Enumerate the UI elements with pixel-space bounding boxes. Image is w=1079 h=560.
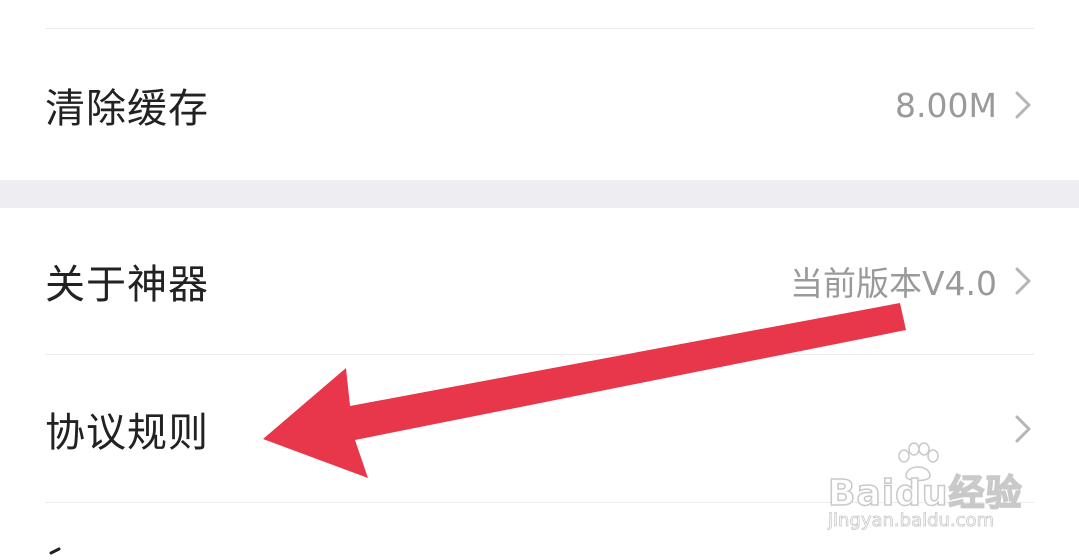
version-value: 当前版本V4.0 <box>789 264 997 303</box>
chevron-right-icon <box>1013 90 1033 120</box>
settings-item-label: 关于神器 <box>45 262 209 308</box>
chevron-right-icon <box>1013 414 1033 444</box>
chevron-right-icon <box>1013 266 1033 296</box>
next-row-label-partial <box>45 545 75 560</box>
settings-item-clear-cache[interactable]: 清除缓存 8.00M <box>0 30 1079 180</box>
settings-item-label: 清除缓存 <box>45 86 209 132</box>
settings-item-about[interactable]: 关于神器 当前版本V4.0 <box>0 208 1079 354</box>
watermark-url: jingyan.baidu.com <box>828 510 995 532</box>
divider <box>45 354 1034 355</box>
section-separator <box>0 180 1079 208</box>
watermark-logo: Baidu经验 <box>827 472 1023 515</box>
cache-size-value: 8.00M <box>895 85 997 125</box>
divider-top <box>45 28 1034 29</box>
baidu-watermark: Baidu经验 jingyan.baidu.com <box>827 442 1028 542</box>
